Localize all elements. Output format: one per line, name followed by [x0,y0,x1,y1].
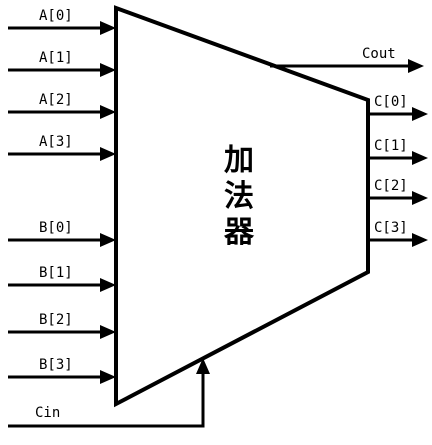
input-b0: B[0] [8,220,116,247]
input-a0-label: A[0] [39,8,73,24]
input-a1: A[1] [8,50,116,77]
input-b3: B[3] [8,357,116,384]
input-b1: B[1] [8,265,116,292]
input-a1-arrow-icon [100,63,116,77]
adder-title-char-2: 法 [224,179,254,214]
input-a0-arrow-icon [100,21,116,35]
carry-in-label: Cin [35,405,60,421]
adder-diagram: 加 法 器 A[0] A[1] A[2] A[3] B[0] B[1] B[2] [8,5,428,428]
input-a3: A[3] [8,134,116,161]
input-b0-arrow-icon [100,233,116,247]
carry-out-arrow-icon [408,59,424,73]
output-c2-arrow-icon [412,191,428,205]
input-b2-arrow-icon [100,325,116,339]
output-c0: C[0] [368,94,428,121]
input-a2-label: A[2] [39,92,73,108]
carry-out-label: Cout [362,46,396,62]
carry-out: Cout [270,46,424,73]
output-c1-label: C[1] [374,138,408,154]
output-c2-label: C[2] [374,178,408,194]
output-c0-label: C[0] [374,94,408,110]
input-a1-label: A[1] [39,50,73,66]
input-b2: B[2] [8,312,116,339]
output-c0-arrow-icon [412,107,428,121]
input-b3-label: B[3] [39,357,73,373]
input-a3-label: A[3] [39,134,73,150]
input-b0-label: B[0] [39,220,73,236]
input-a3-arrow-icon [100,147,116,161]
output-c2: C[2] [368,178,428,205]
output-c3: C[3] [368,220,428,247]
adder-title-char-1: 加 [224,143,254,178]
input-a2-arrow-icon [100,105,116,119]
output-c1-arrow-icon [412,151,428,165]
input-a0: A[0] [8,8,116,35]
output-c3-arrow-icon [412,233,428,247]
input-b1-arrow-icon [100,278,116,292]
input-a2: A[2] [8,92,116,119]
input-b3-arrow-icon [100,370,116,384]
input-b1-label: B[1] [39,265,73,281]
output-c3-label: C[3] [374,220,408,236]
output-c1: C[1] [368,138,428,165]
adder-title-char-3: 器 [223,215,255,250]
input-b2-label: B[2] [39,312,73,328]
